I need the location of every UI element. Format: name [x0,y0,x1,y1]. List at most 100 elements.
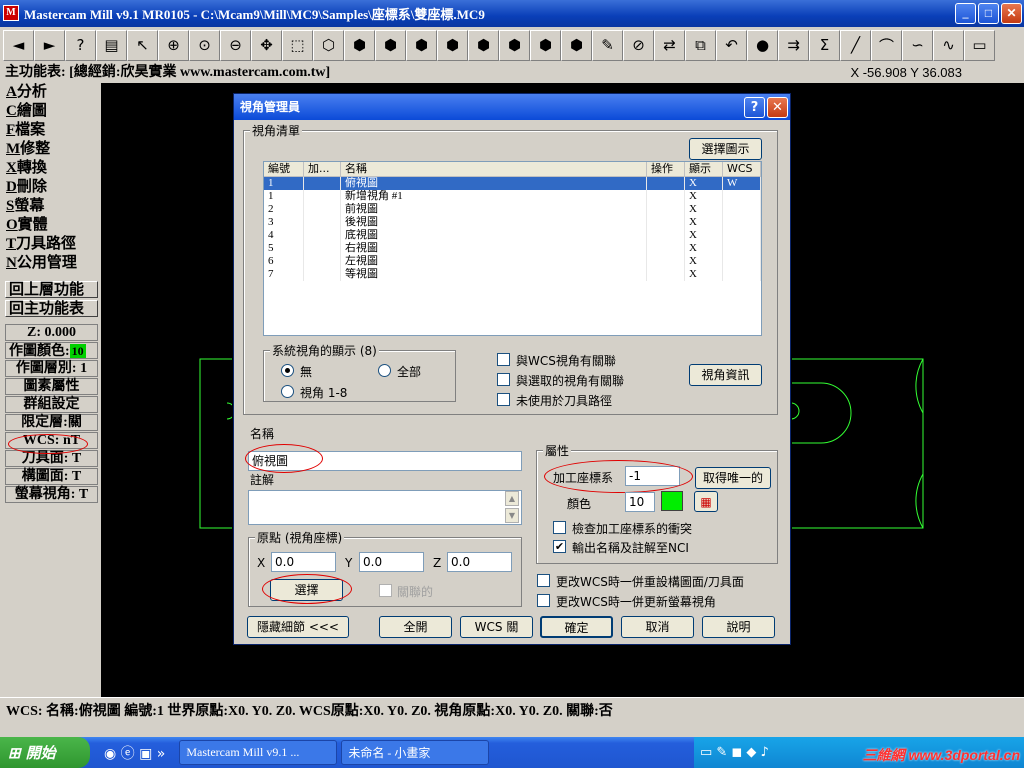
group-button[interactable]: 群組設定 [5,396,98,413]
comment-scroll-down-icon[interactable]: ▼ [505,508,519,523]
back-level-button[interactable]: 回上層功能 [5,281,98,298]
origin-z-input[interactable]: 0.0 [447,552,512,572]
toolbar-button-help[interactable]: ? [65,29,96,61]
toolbar-button-analyze[interactable]: ↖ [127,29,158,61]
main-menu-button[interactable]: 回主功能表 [5,300,98,317]
hide-details-button[interactable]: 隱藏細節 <<< [247,616,349,638]
menu-item-n[interactable]: N公用管理 [0,254,101,273]
get-unique-button[interactable]: 取得唯一的 [695,467,771,489]
cplane-button[interactable]: 構圖面: T [5,468,98,485]
view-list-table[interactable]: 編號 加... 名稱 操作 顯示 WCS 1 俯視圖 X W 1 新增視角 #1 X 2 前視圖 X 3 後視圖… [263,161,762,336]
toolbar-button-zoom-out[interactable]: ⊖ [220,29,251,61]
menu-item-t[interactable]: T刀具路徑 [0,235,101,254]
color-palette-button[interactable]: ▦ [694,491,718,512]
all-on-button[interactable]: 全開 [379,616,452,638]
toolbar-button-level[interactable]: ⇉ [778,29,809,61]
ok-button[interactable]: 確定 [540,616,613,638]
toolbar-button-cube-view-5[interactable]: ⬢ [468,29,499,61]
toolbar-button-sum[interactable]: Σ [809,29,840,61]
comment-textarea[interactable]: ▲ ▼ [248,490,522,525]
color-button[interactable]: 作圖顏色: 10 [5,342,98,359]
toolbar-button-curve[interactable]: ∽ [902,29,933,61]
cancel-button[interactable]: 取消 [621,616,694,638]
toolbar-button-cube-view-1[interactable]: ⬢ [344,29,375,61]
mastercam-app-icon[interactable]: M [3,5,19,21]
menu-item-m[interactable]: M修整 [0,140,101,159]
close-button[interactable]: ✕ [1001,3,1022,24]
toolbar-button-arc[interactable]: ⌒ [871,29,902,61]
toolbar-button-cube-view-8[interactable]: ⬢ [561,29,592,61]
menu-item-s[interactable]: S螢幕 [0,197,101,216]
level-button[interactable]: 作圖層別: 1 [5,360,98,377]
menu-item-o[interactable]: O實體 [0,216,101,235]
origin-y-input[interactable]: 0.0 [359,552,424,572]
table-row[interactable]: 2 前視圖 X [264,203,761,216]
toolbar-button-eraser[interactable]: ✎ [592,29,623,61]
attributes-button[interactable]: 圖素屬性 [5,378,98,395]
table-row[interactable]: 6 左視圖 X [264,255,761,268]
checkbox-update-gview[interactable] [537,594,550,607]
column-header[interactable]: 顯示 [685,162,723,176]
toolbar-button-cube-view-3[interactable]: ⬢ [406,29,437,61]
toolbar-button-calculator[interactable]: ▤ [96,29,127,61]
column-header[interactable]: WCS [723,162,761,176]
dialog-close-button[interactable]: ✕ [767,97,788,118]
toolbar-button-delete[interactable]: ⊘ [623,29,654,61]
toolbar-button-solid-select[interactable]: ⬡ [313,29,344,61]
checkbox-wcs-assoc[interactable] [497,353,510,366]
table-row[interactable]: 3 後視圖 X [264,216,761,229]
column-header[interactable]: 操作 [647,162,685,176]
radio-all[interactable] [378,364,391,377]
view-info-button[interactable]: 視角資訊 [689,364,762,386]
checkbox-selected-assoc[interactable] [497,373,510,386]
gview-button[interactable]: 螢幕視角: T [5,486,98,503]
toolbar-button-zoom-fit[interactable]: ⊙ [189,29,220,61]
toolbar-button-transform[interactable]: ⇄ [654,29,685,61]
toolbar-button-pan[interactable]: ✥ [251,29,282,61]
toolbar-button-cube-view-4[interactable]: ⬢ [437,29,468,61]
column-header[interactable]: 編號 [264,162,304,176]
toolbar-button-cube-view-2[interactable]: ⬢ [375,29,406,61]
minimize-button[interactable]: _ [955,3,976,24]
toolbar-button-forward-arrow[interactable]: ► [34,29,65,61]
menu-item-f[interactable]: F檔案 [0,121,101,140]
toolbar-button-rectangle[interactable]: ▭ [964,29,995,61]
toolbar-button-zoom-window[interactable]: ⊕ [158,29,189,61]
toolbar-button-cube-view-6[interactable]: ⬢ [499,29,530,61]
start-button[interactable]: ⊞ 開始 [0,737,90,768]
menu-item-x[interactable]: X轉換 [0,159,101,178]
radio-none[interactable] [281,364,294,377]
menu-item-c[interactable]: C繪圖 [0,102,101,121]
comment-scroll-up-icon[interactable]: ▲ [505,491,519,506]
toolbar-button-cube-view-7[interactable]: ⬢ [530,29,561,61]
column-header[interactable]: 名稱 [341,162,647,176]
checkbox-associative[interactable] [379,584,392,597]
table-row[interactable]: 7 等視圖 X [264,268,761,281]
table-row[interactable]: 4 底視圖 X [264,229,761,242]
toolbar-button-line[interactable]: ╱ [840,29,871,61]
color-swatch[interactable] [661,491,683,511]
task-mastercam[interactable]: Mastercam Mill v9.1 ... [179,740,338,765]
menu-item-d[interactable]: D刪除 [0,178,101,197]
checkbox-check-offset[interactable] [553,521,566,534]
help-button[interactable]: 說明 [702,616,775,638]
toolbar-button-undo[interactable]: ↶ [716,29,747,61]
wcs-off-button[interactable]: WCS 關 [460,616,533,638]
quicklaunch-icons[interactable]: ◉ ⓔ ▣ » [104,743,165,763]
mask-button[interactable]: 限定層:關 [5,414,98,431]
checkbox-reset-cplane[interactable] [537,574,550,587]
toolbar-button-back-arrow[interactable]: ◄ [3,29,34,61]
toolbar-button-spline[interactable]: ∿ [933,29,964,61]
toolbar-button-select-chain[interactable]: ⬚ [282,29,313,61]
toolbar-button-shade-sphere[interactable]: ● [747,29,778,61]
select-plot-button[interactable]: 選擇圖示 [689,138,762,160]
table-row[interactable]: 1 俯視圖 X W [264,177,761,190]
z-depth-button[interactable]: Z: 0.000 [5,324,98,341]
toolbar-button-group[interactable]: ⧉ [685,29,716,61]
column-header[interactable]: 加... [304,162,341,176]
tray-icons[interactable]: ▭ ✎ ◼ ◆ ♪ [700,745,769,760]
color-number-input[interactable]: 10 [625,492,655,512]
task-paint[interactable]: 未命名 - 小畫家 [341,740,490,765]
origin-x-input[interactable]: 0.0 [271,552,336,572]
table-row[interactable]: 5 右視圖 X [264,242,761,255]
